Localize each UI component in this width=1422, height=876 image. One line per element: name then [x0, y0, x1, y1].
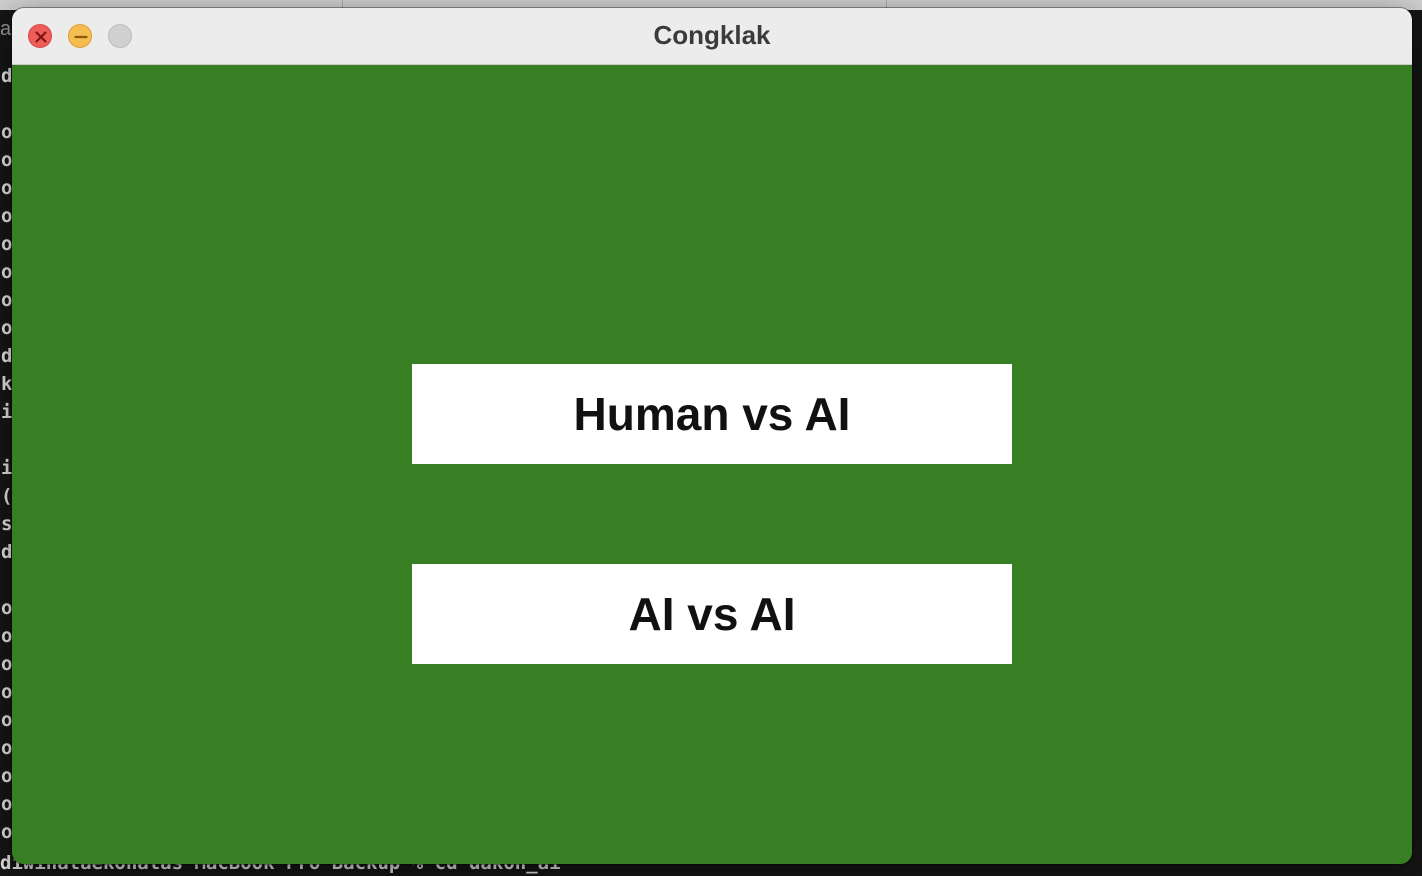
zoom-button[interactable] [108, 24, 132, 48]
window-title: Congklak [653, 20, 771, 50]
terminal-char: o [1, 793, 13, 815]
desktop: as doooooooodkii(sdooooooooo diwinataeko… [0, 0, 1422, 876]
terminal-char: i [1, 457, 13, 479]
terminal-char: o [1, 737, 13, 759]
terminal-char: i [1, 401, 13, 423]
terminal-char: d [1, 541, 13, 563]
terminal-char: o [1, 653, 13, 675]
terminal-char: o [1, 597, 13, 619]
terminal-char: o [1, 261, 13, 283]
terminal-char: o [1, 317, 13, 339]
terminal-char: o [1, 765, 13, 787]
terminal-char: o [1, 121, 13, 143]
terminal-char: o [1, 149, 13, 171]
ai-vs-ai-button[interactable]: AI vs AI [412, 564, 1012, 664]
terminal-char: o [1, 233, 13, 255]
close-icon [35, 31, 47, 43]
terminal-char: s [1, 513, 13, 535]
zoom-icon [109, 25, 133, 49]
terminal-char: ( [1, 485, 13, 507]
terminal-char: k [1, 373, 13, 395]
terminal-char: o [1, 205, 13, 227]
terminal-char: o [1, 821, 13, 843]
minimize-icon [74, 35, 88, 39]
terminal-char: o [1, 709, 13, 731]
close-button[interactable] [28, 24, 52, 48]
terminal-char: o [1, 681, 13, 703]
terminal-char: o [1, 625, 13, 647]
terminal-char: d [1, 345, 13, 367]
congklak-window: Congklak Human vs AI AI vs AI [12, 8, 1412, 864]
terminal-char: d [1, 65, 13, 87]
window-titlebar[interactable]: Congklak [12, 8, 1412, 65]
minimize-button[interactable] [68, 24, 92, 48]
game-menu-board: Human vs AI AI vs AI [12, 65, 1412, 864]
human-vs-ai-button[interactable]: Human vs AI [412, 364, 1012, 464]
terminal-char: o [1, 289, 13, 311]
terminal-char: o [1, 177, 13, 199]
